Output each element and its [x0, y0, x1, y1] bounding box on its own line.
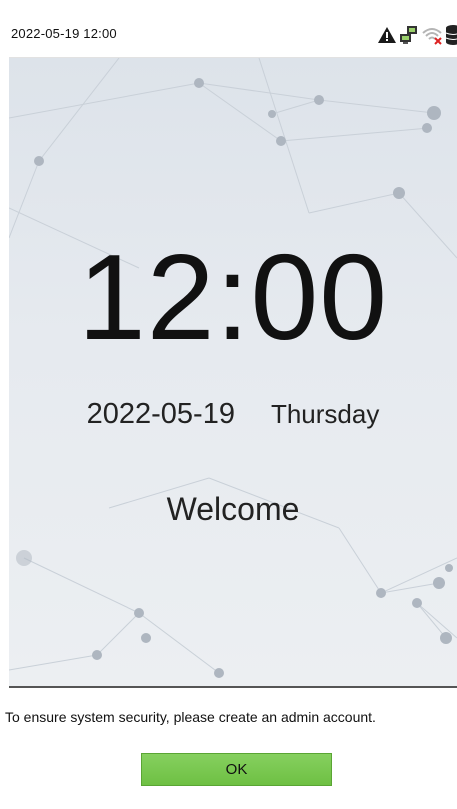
date-display: 2022-05-19 [86, 398, 235, 430]
security-message: To ensure system security, please create… [5, 709, 376, 725]
security-dialog: To ensure system security, please create… [5, 688, 457, 809]
weekday-display: Thursday [270, 399, 380, 429]
welcome-message: Welcome [166, 491, 300, 527]
status-datetime: 2022-05-19 12:00 [11, 26, 117, 41]
date-row: 2022-05-19 Thursday [9, 398, 457, 431]
background-network-pattern [9, 58, 457, 678]
status-bar: 2022-05-19 12:00 [9, 8, 457, 58]
ok-button[interactable]: OK [141, 753, 332, 786]
screen-edge [0, 0, 9, 809]
warning-icon [377, 26, 397, 44]
wifi-disconnected-icon [421, 25, 443, 45]
clock-display: 12:00 [77, 229, 389, 365]
database-icon [445, 24, 457, 46]
network-icon [399, 25, 419, 45]
home-screen: 12:00 2022-05-19 Thursday Welcome [9, 58, 457, 686]
status-icons [377, 25, 457, 45]
